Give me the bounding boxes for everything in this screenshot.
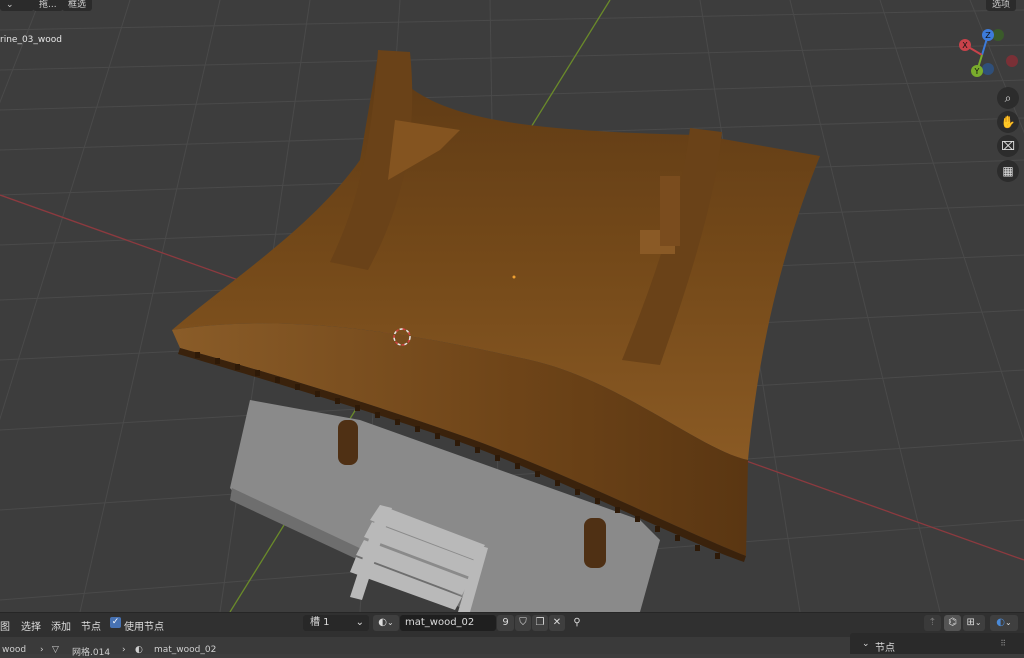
menu-view[interactable]: 图 xyxy=(0,618,10,633)
pillar-right xyxy=(584,518,606,568)
menu-add[interactable]: 添加 xyxy=(51,618,71,633)
chevron-down-icon[interactable]: ⌄ xyxy=(862,639,870,649)
zoom-icon[interactable]: ⌕ xyxy=(997,87,1019,109)
object-name-label: rine_03_wood xyxy=(0,35,62,45)
use-nodes-label: 使用节点 xyxy=(124,622,164,633)
svg-text:Y: Y xyxy=(974,67,980,76)
sphere-icon: ◐ xyxy=(378,617,388,628)
viewport-grid xyxy=(0,0,1024,612)
select-box-dropdown[interactable]: 框选 xyxy=(62,0,93,11)
grid-icon[interactable]: ▦ xyxy=(997,160,1019,182)
origin-point xyxy=(512,275,516,279)
drag-handle-icon[interactable]: ⠿ xyxy=(1000,639,1006,648)
material-browse-button[interactable]: ◐⌄ xyxy=(373,615,399,631)
breadcrumb-mesh[interactable]: 网格.014 xyxy=(72,645,110,658)
svg-text:Z: Z xyxy=(985,31,991,40)
pillar-left xyxy=(338,420,358,465)
material-name-field[interactable]: mat_wood_02 xyxy=(400,615,496,631)
menu-node[interactable]: 节点 xyxy=(81,618,101,633)
menu-select[interactable]: 选择 xyxy=(21,618,41,633)
shading-dropdown[interactable]: ◐⌄ xyxy=(990,615,1018,631)
camera-icon[interactable]: ⌧ xyxy=(997,135,1019,157)
close-icon[interactable]: ✕ xyxy=(549,615,565,631)
3d-viewport[interactable]: ⌄ 拖... 框选 选项 rine_03_wood Z X Y ⌕ ✋ ⌧ ▦ xyxy=(0,0,1024,612)
snap-target-dropdown[interactable]: ⊞⌄ xyxy=(963,615,985,631)
node-section-header[interactable]: 节点 xyxy=(875,639,895,654)
use-nodes-checkbox[interactable]: ✓ xyxy=(110,617,121,628)
slot-dropdown[interactable]: 槽 1 ⌄ xyxy=(303,615,369,631)
chevron-down-icon: ⌄ xyxy=(355,617,364,628)
navigation-gizmo[interactable]: Z X Y xyxy=(952,25,1022,85)
duplicate-icon[interactable]: ❐ xyxy=(532,615,548,631)
drag-dropdown[interactable]: 拖... xyxy=(33,0,63,11)
snap-icon[interactable]: ⌬ xyxy=(944,615,961,631)
options-dropdown[interactable]: 选项 xyxy=(986,0,1017,11)
user-count: 9 xyxy=(497,615,514,631)
hand-icon[interactable]: ✋ xyxy=(997,111,1019,133)
node-side-panel: ⌄ 节点 ⠿ xyxy=(850,633,1024,654)
pin-icon[interactable]: ⚲ xyxy=(569,615,585,631)
mode-dropdown[interactable]: ⌄ xyxy=(0,0,34,11)
svg-text:X: X xyxy=(962,41,968,50)
parent-node-tree-icon[interactable]: ⇡ xyxy=(924,615,941,631)
fake-user-icon[interactable]: ⛉ xyxy=(515,615,531,631)
